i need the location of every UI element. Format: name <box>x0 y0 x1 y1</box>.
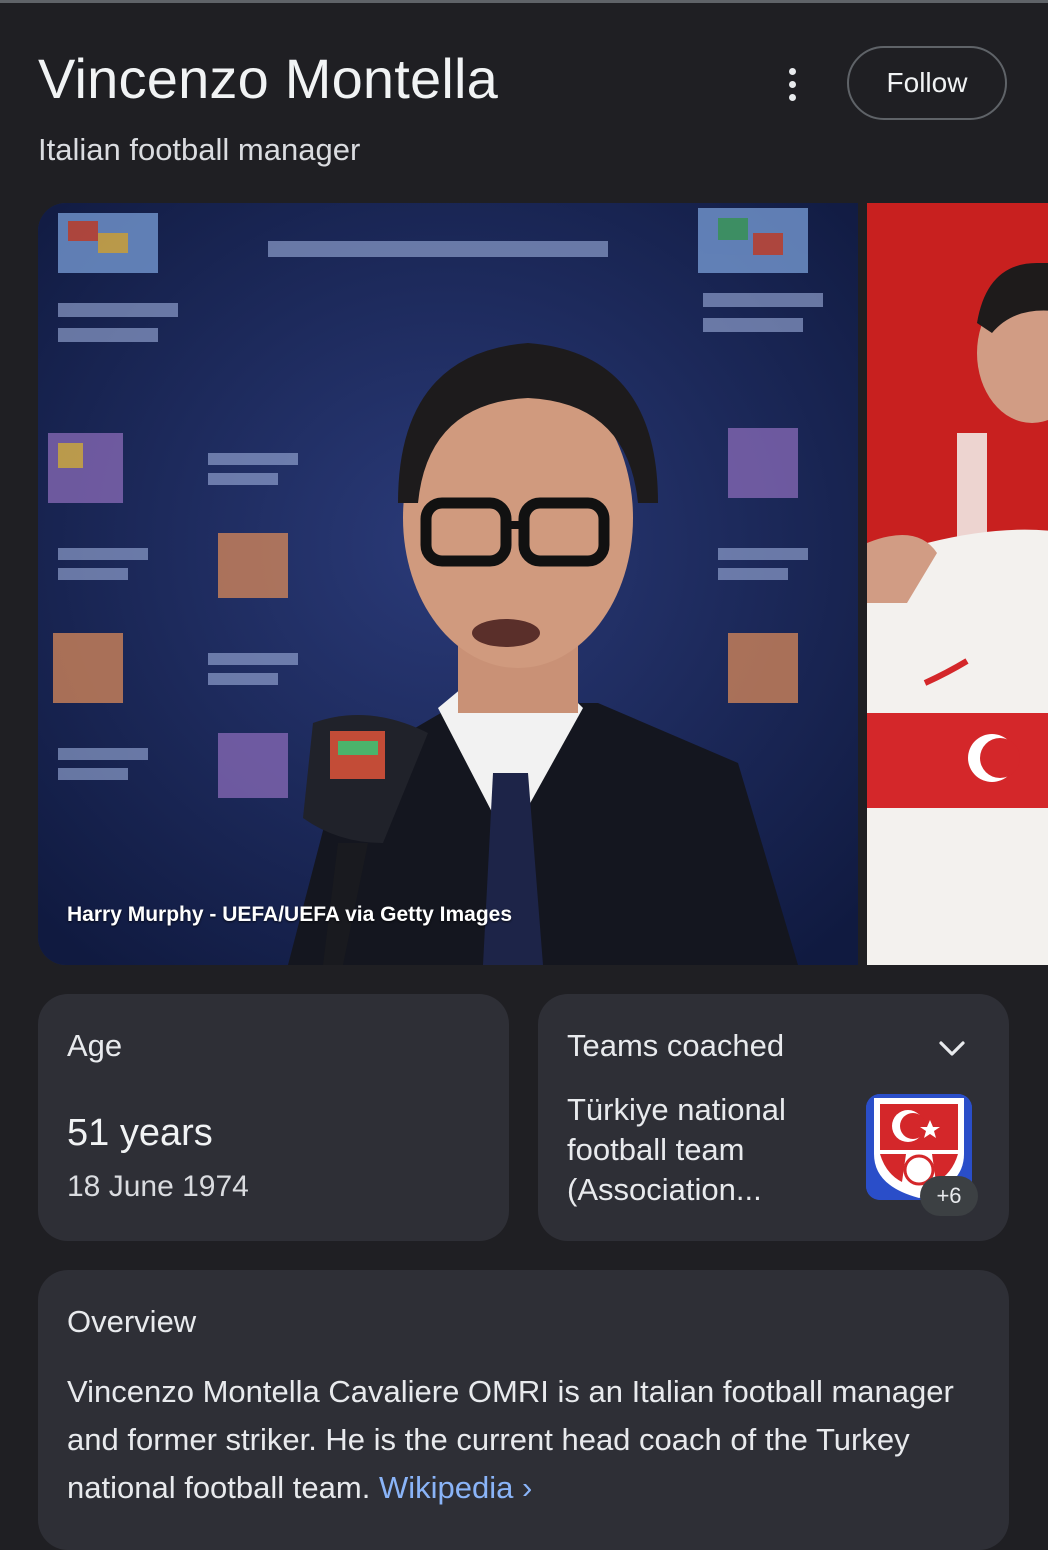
page-subtitle: Italian football manager <box>38 132 361 167</box>
overview-label: Overview <box>67 1304 197 1339</box>
portrait-photo <box>38 203 858 965</box>
main-photo[interactable]: Harry Murphy - UEFA/UEFA via Getty Image… <box>38 203 858 965</box>
age-label: Age <box>67 1028 123 1063</box>
more-vert-icon-dot <box>788 80 796 88</box>
more-teams-badge[interactable]: +6 <box>920 1176 978 1216</box>
top-divider <box>0 0 1048 3</box>
jersey-photo <box>867 203 1048 965</box>
secondary-photo[interactable] <box>867 203 1048 965</box>
chevron-right-icon[interactable]: › <box>522 1470 532 1505</box>
page-title: Vincenzo Montella <box>38 47 498 110</box>
age-value: 51 years <box>67 1112 213 1154</box>
wikipedia-link[interactable]: Wikipedia › <box>379 1470 532 1505</box>
image-carousel[interactable]: Harry Murphy - UEFA/UEFA via Getty Image… <box>38 203 1048 965</box>
chevron-down-icon[interactable] <box>936 1032 968 1064</box>
age-card[interactable]: Age 51 years 18 June 1974 <box>38 994 509 1241</box>
more-vert-icon <box>788 67 796 75</box>
birth-date: 18 June 1974 <box>67 1170 249 1203</box>
teams-coached-label: Teams coached <box>567 1028 785 1063</box>
more-vert-icon-dot <box>788 93 796 101</box>
wikipedia-link-label[interactable]: Wikipedia <box>379 1470 513 1505</box>
overview-text: Vincenzo Montella Cavaliere OMRI is an I… <box>67 1368 987 1512</box>
teams-coached-card[interactable]: Teams coached Türkiye national football … <box>538 994 1009 1241</box>
follow-button[interactable]: Follow <box>847 46 1007 120</box>
team-name[interactable]: Türkiye national football team (Associat… <box>567 1090 827 1210</box>
more-options-button[interactable] <box>772 62 812 106</box>
overview-card: Overview Vincenzo Montella Cavaliere OMR… <box>38 1270 1009 1550</box>
image-credit: Harry Murphy - UEFA/UEFA via Getty Image… <box>67 903 513 926</box>
